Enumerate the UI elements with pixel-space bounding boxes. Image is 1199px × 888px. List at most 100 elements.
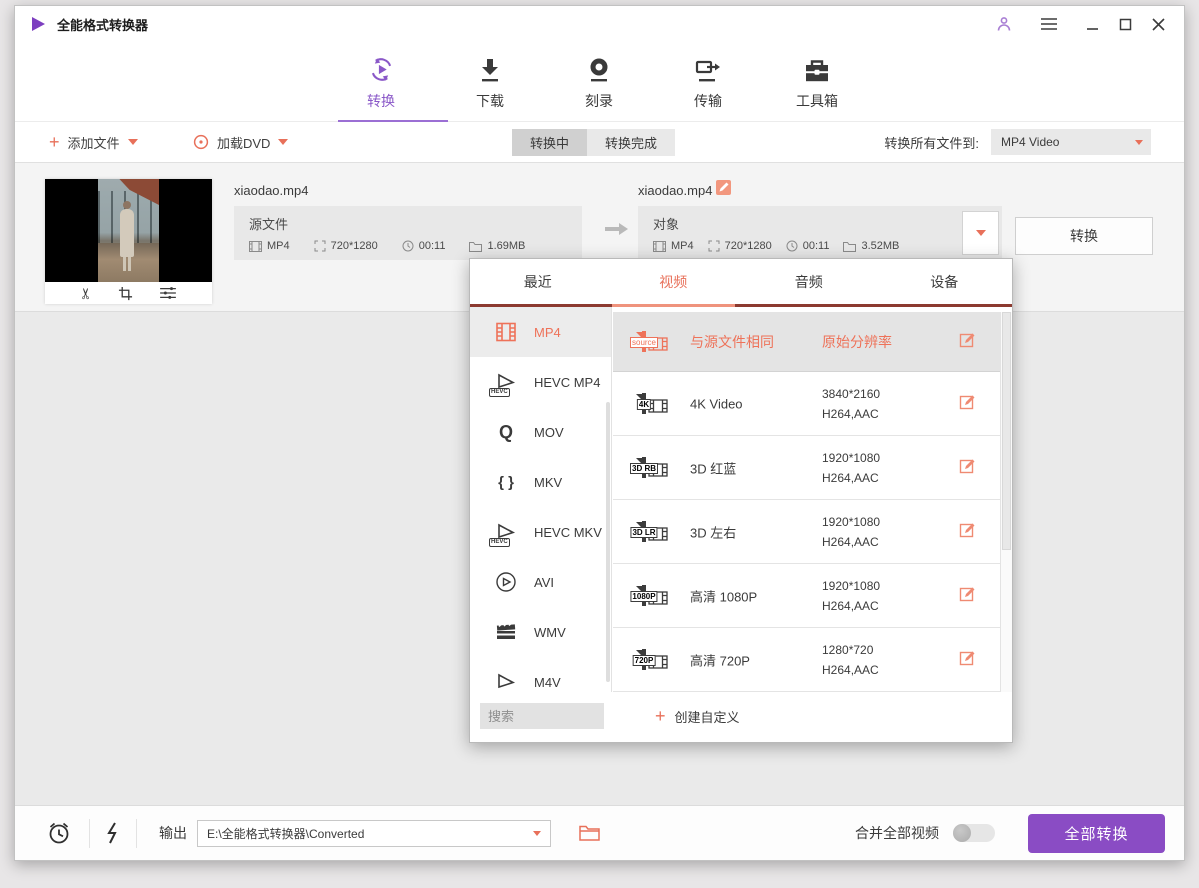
add-file-button[interactable]: + 添加文件 (49, 122, 138, 162)
convert-all-label: 转换所有文件到: (884, 133, 979, 152)
video-thumbnail[interactable] (45, 179, 212, 282)
merge-toggle[interactable] (953, 824, 995, 842)
format-item-wmv[interactable]: WMV (470, 607, 611, 657)
target-size: 3.52MB (843, 240, 899, 252)
preset-edit-icon[interactable] (959, 393, 976, 415)
preset-row-4k[interactable]: 4K 4K Video 3840*2160H264,AAC (613, 372, 1002, 436)
tab-finished[interactable]: 转换完成 (587, 129, 675, 156)
video-thumbnail-card: ✂ (45, 179, 212, 304)
preset-row-3d-lr[interactable]: 3D LR 3D 左右 1920*1080H264,AAC (613, 500, 1002, 564)
target-panel-title: 对象 (653, 214, 958, 233)
preset-row-720p[interactable]: 720P 高清 720P 1280*720H264,AAC (613, 628, 1002, 692)
source-format: MP4 (249, 240, 290, 252)
load-dvd-button[interactable]: 加载DVD (193, 122, 288, 162)
convert-state-tabs: 转换中 转换完成 (512, 129, 675, 156)
crop-icon[interactable] (118, 286, 133, 301)
sidebar-scrollbar[interactable] (606, 402, 610, 682)
app-window: 全能格式转换器 (14, 5, 1185, 861)
transfer-icon (694, 54, 722, 84)
maximize-icon[interactable] (1113, 12, 1137, 36)
tab-converting[interactable]: 转换中 (512, 129, 587, 156)
popup-tab-audio[interactable]: 音频 (741, 259, 877, 304)
convert-button[interactable]: 转换 (1015, 217, 1153, 255)
preset-edit-icon[interactable] (959, 331, 976, 353)
effects-icon[interactable] (159, 286, 177, 300)
format-item-hevc-mkv[interactable]: HEVC HEVC MKV (470, 507, 611, 557)
trim-icon[interactable]: ✂ (80, 286, 93, 301)
source-info-panel: 源文件 MP4 720*1280 00:11 1.69MB (234, 206, 582, 260)
preset-edit-icon[interactable] (959, 649, 976, 671)
format-item-hevc-mp4[interactable]: HEVC HEVC MP4 (470, 357, 611, 407)
preset-edit-icon[interactable] (959, 457, 976, 479)
popup-tab-recent[interactable]: 最近 (470, 259, 606, 304)
convert-all-files-group: 转换所有文件到: MP4 Video (884, 122, 1151, 162)
download-icon (477, 54, 503, 84)
tab-transfer[interactable]: 传输 (668, 54, 748, 111)
tab-toolbox[interactable]: 工具箱 (777, 54, 857, 111)
hevc-play-icon: HEVC (492, 369, 520, 395)
close-icon[interactable] (1146, 12, 1170, 36)
plus-icon: + (655, 707, 666, 725)
tab-download[interactable]: 下载 (450, 54, 530, 111)
plus-icon: + (49, 133, 60, 151)
preset-list-scrollbar[interactable] (1000, 312, 1012, 692)
target-file-name: xiaodao.mp4 (638, 183, 712, 198)
preset-row-3d-rb[interactable]: 3D RB 3D 红蓝 1920*1080H264,AAC (613, 436, 1002, 500)
source-file-name: xiaodao.mp4 (234, 183, 308, 198)
high-speed-icon[interactable] (103, 821, 121, 845)
create-custom-button[interactable]: + 创建自定义 (655, 703, 740, 729)
add-file-label: 添加文件 (68, 133, 120, 152)
menu-icon[interactable] (1037, 12, 1061, 36)
preset-edit-icon[interactable] (959, 585, 976, 607)
convert-all-button[interactable]: 全部转换 (1028, 814, 1165, 853)
format-item-mp4[interactable]: MP4 (470, 307, 611, 357)
hevc-play-icon: HEVC (492, 519, 520, 545)
dvd-icon (193, 134, 209, 150)
format-item-m4v[interactable]: M4V (470, 657, 611, 692)
thumbnail-photo (98, 179, 159, 282)
source-resolution: 720*1280 (314, 240, 378, 252)
clip-toolbar: ✂ (45, 282, 212, 304)
format-item-mov[interactable]: Q MOV (470, 407, 611, 457)
convert-all-caret-icon (1135, 140, 1143, 145)
account-icon[interactable] (992, 12, 1016, 36)
schedule-icon[interactable] (46, 820, 72, 846)
convert-all-format-select[interactable]: MP4 Video (991, 129, 1151, 155)
output-path-value: E:\全能格式转换器\Converted (207, 825, 364, 842)
format-item-avi[interactable]: AVI (470, 557, 611, 607)
rename-edit-icon[interactable] (715, 179, 732, 201)
format-dropdown-button[interactable] (962, 211, 999, 255)
add-file-caret-icon (128, 139, 138, 145)
minimize-icon[interactable] (1080, 12, 1104, 36)
merge-videos-group: 合并全部视频 (855, 806, 995, 860)
output-path-select[interactable]: E:\全能格式转换器\Converted (197, 820, 551, 847)
tab-burn[interactable]: 刻录 (559, 54, 639, 111)
preset-edit-icon[interactable] (959, 521, 976, 543)
popup-tabs: 最近 视频 音频 设备 (470, 259, 1012, 307)
load-dvd-caret-icon (278, 139, 288, 145)
preset-row-source[interactable]: source 与源文件相同 原始分辨率 (613, 312, 1002, 372)
source-size: 1.69MB (469, 240, 525, 252)
source-panel-title: 源文件 (249, 214, 582, 233)
tab-download-label: 下载 (476, 91, 504, 111)
format-dropdown-caret-icon (976, 230, 986, 236)
3d-rb-doc-icon: 3D RB (642, 457, 646, 478)
scrollbar-thumb[interactable] (1002, 312, 1011, 550)
1080p-doc-icon: 1080P (642, 585, 646, 606)
footer-bar: 输出 E:\全能格式转换器\Converted 合并全部视频 全部转换 (15, 805, 1184, 860)
format-search-input[interactable] (480, 703, 604, 729)
app-logo-icon (29, 15, 47, 33)
play-outline-icon (492, 669, 520, 692)
popup-tab-device[interactable]: 设备 (877, 259, 1013, 304)
target-resolution: 720*1280 (708, 240, 772, 252)
format-item-mkv[interactable]: { } MKV (470, 457, 611, 507)
720p-doc-icon: 720P (642, 649, 646, 670)
tab-convert[interactable]: 转换 (341, 54, 421, 111)
convert-all-format-value: MP4 Video (1001, 135, 1059, 149)
toggle-knob (953, 824, 971, 842)
popup-tab-video[interactable]: 视频 (606, 259, 742, 304)
arrow-right-icon (603, 221, 631, 242)
format-sidebar: MP4 HEVC HEVC MP4 Q MOV { } MKV (470, 307, 612, 692)
open-folder-icon[interactable] (579, 825, 600, 842)
preset-row-1080p[interactable]: 1080P 高清 1080P 1920*1080H264,AAC (613, 564, 1002, 628)
